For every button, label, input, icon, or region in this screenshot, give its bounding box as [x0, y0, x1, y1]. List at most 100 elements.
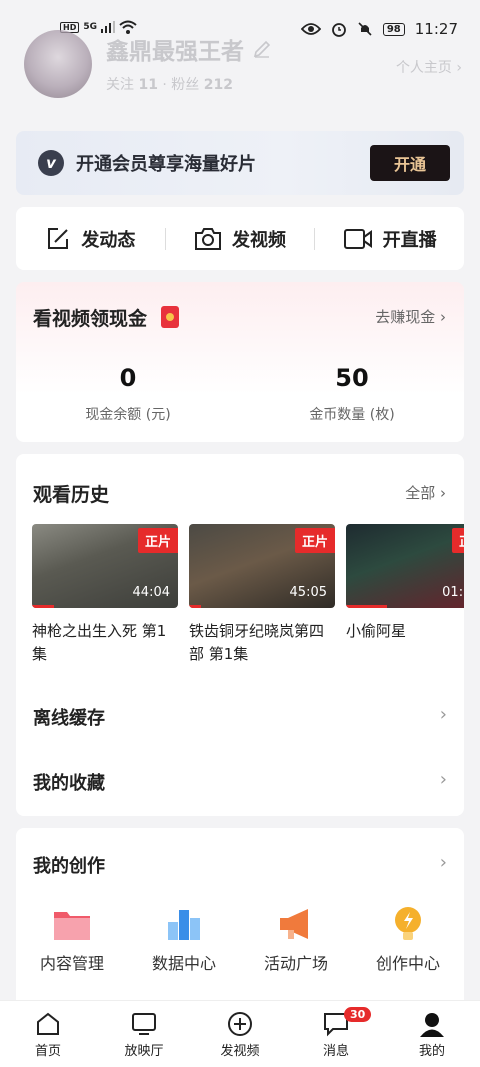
activity-square-button[interactable]: 活动广场 [240, 904, 352, 974]
cash-balance[interactable]: 0 现金余额 (元) [16, 364, 240, 424]
battery-icon: 98 [382, 22, 405, 36]
watch-progress-bar [32, 605, 54, 608]
creation-tools: 内容管理 数据中心 活动广场 创作中心 [16, 904, 464, 974]
vip-text: 开通会员尊享海量好片 [76, 154, 256, 175]
edit-square-icon [48, 227, 69, 249]
vip-open-button[interactable]: 开通 [370, 145, 450, 181]
post-video-button[interactable]: 发视频 [166, 226, 315, 252]
offline-cache-row[interactable]: 离线缓存 › [33, 704, 447, 730]
nav-mine-label: 我的 [418, 1043, 445, 1059]
megaphone-icon [280, 909, 308, 939]
network-type: 5G [83, 22, 97, 32]
camera-icon [195, 227, 221, 250]
creator-center-button[interactable]: 创作中心 [352, 904, 464, 974]
creator-center-label: 创作中心 [375, 954, 440, 973]
full-episode-badge: 正片 [137, 528, 178, 553]
history-item[interactable]: 正片 01:29: 小偷阿星 [346, 524, 464, 643]
follow-stats: 关注 11 · 粉丝 212 [106, 74, 233, 94]
video-title: 铁齿铜牙纪晓岚第四部 第1集 [189, 622, 325, 663]
message-count-badge: 30 [344, 1007, 372, 1022]
video-title: 神枪之出生入死 第1集 [32, 622, 167, 663]
alarm-icon [331, 23, 346, 37]
nav-theater[interactable]: 放映厅 [96, 1001, 192, 1067]
user-icon [420, 1012, 444, 1037]
nav-post-video-label: 发视频 [220, 1043, 260, 1059]
vip-banner[interactable]: v 开通会员尊享海量好片 开通 [16, 131, 464, 195]
full-episode-badge: 正片 [451, 528, 464, 553]
video-title: 小偷阿星 [346, 622, 407, 640]
chart-icon [168, 910, 200, 940]
watch-progress-bar [346, 605, 387, 608]
nav-post-video[interactable]: 发视频 [192, 1001, 288, 1067]
content-management-button[interactable]: 内容管理 [16, 904, 128, 974]
post-moment-label: 发动态 [81, 229, 136, 251]
history-title: 观看历史 [33, 484, 110, 506]
mute-icon [358, 22, 372, 36]
cash-balance-label: 现金余额 (元) [85, 407, 171, 423]
history-all-link[interactable]: 全部 › [405, 482, 446, 503]
post-video-label: 发视频 [232, 229, 286, 251]
red-packet-icon [161, 306, 179, 328]
video-camera-icon [343, 228, 372, 249]
fans-label[interactable]: 粉丝 [171, 77, 199, 93]
cash-title: 看视频领现金 [33, 308, 148, 330]
video-duration: 44:04 [132, 585, 170, 600]
data-center-label: 数据中心 [151, 954, 216, 973]
history-item[interactable]: 正片 44:04 神枪之出生入死 第1集 [32, 524, 178, 666]
bulb-icon [395, 907, 421, 940]
post-moment-button[interactable]: 发动态 [16, 226, 165, 252]
vip-logo-icon: v [38, 150, 64, 176]
following-label[interactable]: 关注 [106, 77, 134, 93]
coin-count[interactable]: 50 金币数量 (枚) [240, 364, 464, 424]
fans-count[interactable]: 212 [204, 77, 233, 93]
folder-icon [54, 912, 90, 940]
bottom-navigation: 首页 放映厅 发视频 30 消息 我的 [0, 1000, 480, 1067]
homepage-link[interactable]: 个人主页 › [396, 57, 462, 77]
nav-home[interactable]: 首页 [0, 1001, 96, 1067]
quick-actions: 发动态 发视频 开直播 [16, 207, 464, 270]
chevron-right-icon: › [439, 852, 447, 873]
video-duration: 45:05 [289, 585, 327, 600]
cash-balance-value: 0 [119, 364, 137, 392]
offline-cache-label: 离线缓存 [33, 708, 105, 729]
tv-icon [132, 1012, 156, 1035]
stats-separator: · [162, 77, 167, 93]
video-thumbnail: 正片 01:29: [346, 524, 464, 608]
history-item[interactable]: 正片 45:05 铁齿铜牙纪晓岚第四部 第1集 [189, 524, 335, 666]
favorites-row[interactable]: 我的收藏 › [33, 769, 447, 795]
add-circle-icon [228, 1011, 252, 1036]
status-right: 98 11:27 [300, 20, 458, 38]
eye-icon [300, 23, 321, 35]
favorites-label: 我的收藏 [33, 773, 105, 794]
status-time: 11:27 [414, 20, 458, 38]
video-thumbnail: 正片 44:04 [32, 524, 178, 608]
watch-progress-bar [189, 605, 201, 608]
edit-pencil-icon[interactable] [252, 39, 272, 59]
avatar[interactable] [24, 30, 92, 98]
nav-theater-label: 放映厅 [124, 1043, 164, 1059]
cash-reward-card: 看视频领现金 去赚现金 › 0 现金余额 (元) 50 金币数量 (枚) [16, 282, 464, 442]
nav-home-label: 首页 [34, 1043, 61, 1059]
chevron-right-icon: › [439, 704, 447, 725]
activity-square-label: 活动广场 [263, 954, 328, 973]
full-episode-badge: 正片 [294, 528, 335, 553]
coin-count-value: 50 [335, 364, 369, 392]
data-center-button[interactable]: 数据中心 [128, 904, 240, 974]
profile-username[interactable]: 鑫鼎最强王者 [106, 32, 272, 66]
creation-title: 我的创作 [33, 856, 105, 877]
creation-header[interactable]: 我的创作 › [33, 852, 447, 878]
username-text: 鑫鼎最强王者 [106, 39, 244, 65]
history-list: 正片 44:04 神枪之出生入死 第1集 正片 45:05 铁齿铜牙纪晓岚第四部… [32, 524, 464, 674]
content-management-label: 内容管理 [39, 954, 104, 973]
go-live-label: 开直播 [382, 229, 437, 251]
video-duration: 01:29: [442, 585, 464, 600]
coin-count-label: 金币数量 (枚) [309, 407, 395, 423]
following-count[interactable]: 11 [138, 77, 157, 93]
video-thumbnail: 正片 45:05 [189, 524, 335, 608]
nav-mine[interactable]: 我的 [384, 1001, 480, 1067]
my-creation-card: 我的创作 › 内容管理 数据中心 活动广场 创作中心 [16, 828, 464, 1028]
earn-cash-link[interactable]: 去赚现金 › [375, 306, 446, 327]
go-live-button[interactable]: 开直播 [315, 226, 464, 252]
nav-messages[interactable]: 30 消息 [288, 1001, 384, 1067]
nav-messages-label: 消息 [322, 1043, 349, 1059]
